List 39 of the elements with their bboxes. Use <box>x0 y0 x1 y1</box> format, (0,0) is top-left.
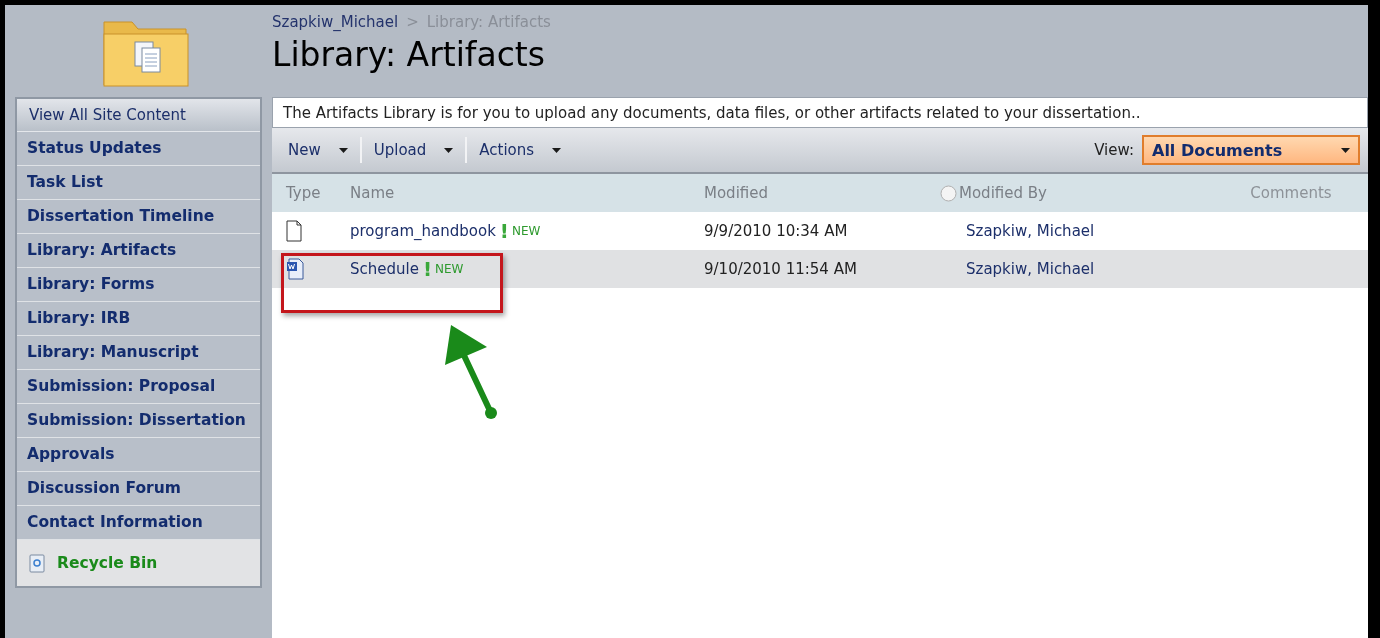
page-title: Library: Artifacts <box>272 35 546 74</box>
library-description: The Artifacts Library is for you to upload any documents, data files, or other artifacts related to your dissertation.. <box>272 97 1368 128</box>
sidebar-item[interactable]: Library: IRB <box>17 302 260 336</box>
table-cell-text: 9/9/2010 10:34 AM <box>704 222 849 240</box>
radio-icon <box>940 184 957 202</box>
caret-icon <box>1341 147 1350 153</box>
sidebar-item[interactable]: Submission: Dissertation <box>17 404 260 438</box>
breadcrumb-link[interactable]: Szapkiw_Michael <box>272 13 399 31</box>
toolbar-menu[interactable]: Upload <box>365 137 462 163</box>
breadcrumb-separator: > <box>406 13 419 31</box>
recycle-bin-icon <box>29 553 45 573</box>
user-link[interactable]: Szapkiw, Michael <box>966 260 1095 278</box>
view-label: View: <box>1094 141 1134 159</box>
sidebar-item[interactable]: Library: Forms <box>17 268 260 302</box>
sidebar-item[interactable]: Task List <box>17 166 260 200</box>
view-dropdown[interactable]: All Documents <box>1142 135 1360 165</box>
sidebar-item[interactable]: Discussion Forum <box>17 472 260 506</box>
sidebar-item[interactable]: Library: Manuscript <box>17 336 260 370</box>
sidebar-item[interactable]: Submission: Proposal <box>17 370 260 404</box>
user-link[interactable]: Szapkiw, Michael <box>966 222 1095 240</box>
toolbar-menu[interactable]: Actions <box>471 137 570 163</box>
caret-icon <box>338 147 348 153</box>
file-name-link[interactable]: Schedule <box>350 260 419 278</box>
new-mark: ! <box>422 257 433 281</box>
toolbar-menu[interactable]: New <box>280 137 356 163</box>
sidebar-item[interactable]: Library: Artifacts <box>17 234 260 268</box>
table-cell-text: 9/10/2010 11:54 AM <box>704 260 858 278</box>
sidebar-item[interactable]: Dissertation Timeline <box>17 200 260 234</box>
file-name-link[interactable]: program_handbook <box>350 222 496 240</box>
caret-icon <box>552 147 562 153</box>
sidebar-item[interactable]: Approvals <box>17 438 260 472</box>
new-mark: ! <box>499 219 509 243</box>
document-icon <box>286 220 302 242</box>
caret-icon <box>444 147 454 153</box>
new-label: NEW <box>511 224 541 238</box>
sidebar-link[interactable]: View All Site Content <box>17 99 260 132</box>
sidebar-item[interactable]: Status Updates <box>17 132 260 166</box>
word-document-icon <box>286 258 304 280</box>
new-label: NEW <box>435 262 464 276</box>
